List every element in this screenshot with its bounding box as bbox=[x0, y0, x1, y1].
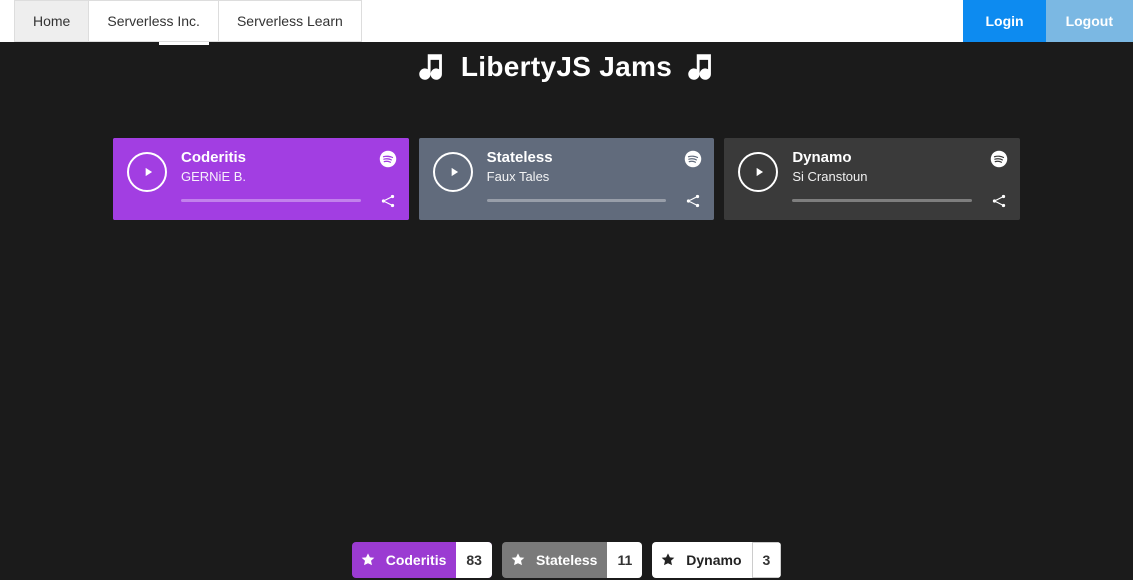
login-button[interactable]: Login bbox=[963, 0, 1045, 42]
track-title: Dynamo bbox=[792, 150, 1006, 167]
track-card-dynamo: Dynamo Si Cranstoun SI CRANSTOUN DANCEHA… bbox=[724, 138, 1020, 220]
vote-button-dynamo[interactable]: Dynamo 3 bbox=[652, 542, 781, 578]
share-icon[interactable] bbox=[990, 192, 1008, 210]
music-note-icon bbox=[415, 50, 449, 84]
star-icon bbox=[502, 552, 534, 568]
page-title: LibertyJS Jams bbox=[461, 51, 672, 83]
progress-bar[interactable] bbox=[792, 199, 972, 202]
track-meta: Stateless Faux Tales bbox=[487, 150, 701, 184]
track-meta: Coderitis GERNiE B. bbox=[181, 150, 395, 184]
progress-bar[interactable] bbox=[181, 199, 361, 202]
track-card-coderitis: Coderitis GERNiE B. <CODERITIS> GERNIE B… bbox=[113, 138, 409, 220]
share-icon[interactable] bbox=[379, 192, 397, 210]
top-navbar: Home Serverless Inc. Serverless Learn Lo… bbox=[0, 0, 1133, 42]
nav-home[interactable]: Home bbox=[14, 0, 89, 42]
spotify-icon[interactable] bbox=[379, 150, 397, 168]
play-button[interactable] bbox=[433, 152, 473, 192]
track-artist: Faux Tales bbox=[487, 169, 701, 184]
play-button[interactable] bbox=[127, 152, 167, 192]
track-meta: Dynamo Si Cranstoun bbox=[792, 150, 1006, 184]
vote-count: 11 bbox=[607, 542, 642, 578]
vote-label: Coderitis bbox=[384, 552, 457, 568]
vote-label: Dynamo bbox=[684, 552, 751, 568]
spotify-icon[interactable] bbox=[990, 150, 1008, 168]
track-header: Coderitis GERNiE B. bbox=[113, 138, 409, 220]
star-icon bbox=[352, 552, 384, 568]
play-button[interactable] bbox=[738, 152, 778, 192]
vote-bar: Coderitis 83 Stateless 11 Dynamo 3 bbox=[0, 540, 1133, 580]
nav-spacer bbox=[362, 0, 964, 42]
star-icon bbox=[652, 552, 684, 568]
play-icon bbox=[141, 165, 155, 179]
track-header: Dynamo Si Cranstoun bbox=[724, 138, 1020, 220]
play-icon bbox=[752, 165, 766, 179]
track-cards: Coderitis GERNiE B. <CODERITIS> GERNIE B… bbox=[113, 138, 1020, 220]
vote-label: Stateless bbox=[534, 552, 607, 568]
track-header: Stateless Faux Tales bbox=[419, 138, 715, 220]
nav-underline bbox=[159, 42, 209, 45]
music-note-icon bbox=[684, 50, 718, 84]
track-artist: Si Cranstoun bbox=[792, 169, 1006, 184]
share-icon[interactable] bbox=[684, 192, 702, 210]
track-title: Coderitis bbox=[181, 150, 395, 167]
progress-bar[interactable] bbox=[487, 199, 667, 202]
vote-button-stateless[interactable]: Stateless 11 bbox=[502, 542, 642, 578]
track-title: Stateless bbox=[487, 150, 701, 167]
vote-button-coderitis[interactable]: Coderitis 83 bbox=[352, 542, 492, 578]
vote-count: 83 bbox=[456, 542, 492, 578]
nav-serverless-inc[interactable]: Serverless Inc. bbox=[88, 0, 219, 42]
logout-button[interactable]: Logout bbox=[1046, 0, 1133, 42]
play-icon bbox=[447, 165, 461, 179]
spotify-icon[interactable] bbox=[684, 150, 702, 168]
page-header: LibertyJS Jams bbox=[0, 50, 1133, 84]
track-artist: GERNiE B. bbox=[181, 169, 395, 184]
nav-serverless-learn[interactable]: Serverless Learn bbox=[218, 0, 362, 42]
track-card-stateless: Stateless Faux Tales FAUX TALES KAIROS bbox=[419, 138, 715, 220]
vote-count: 3 bbox=[752, 542, 782, 578]
